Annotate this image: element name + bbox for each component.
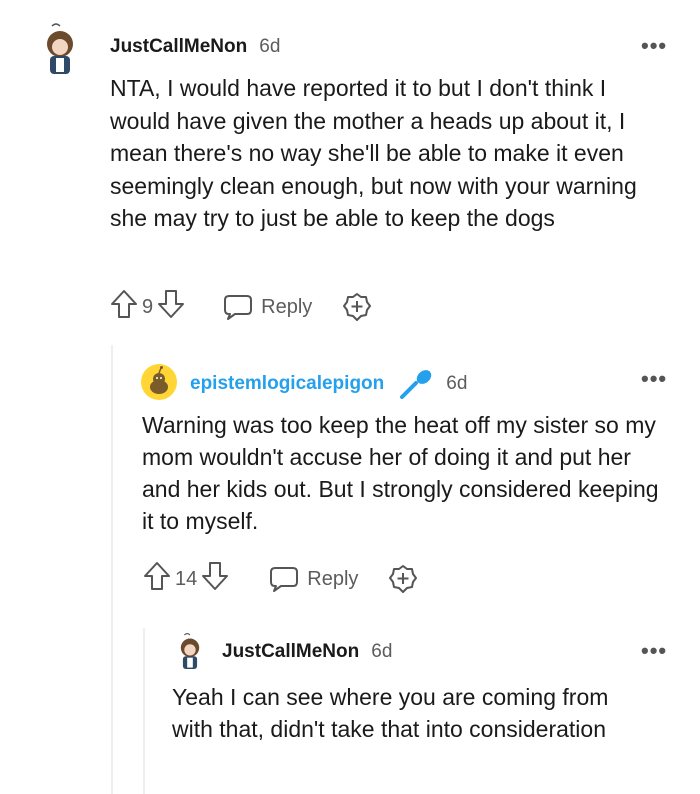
avatar[interactable] (36, 22, 84, 78)
reply-label: Reply (261, 295, 313, 318)
add-award-button[interactable] (342, 292, 372, 322)
upvote-icon[interactable] (110, 289, 138, 325)
upvote-icon[interactable] (143, 561, 171, 597)
reply-button[interactable]: Reply (269, 565, 358, 593)
more-options-button[interactable]: ••• (641, 640, 667, 662)
speech-bubble-icon (270, 567, 299, 592)
user-avatar-icon (47, 23, 73, 74)
reply-label: Reply (307, 567, 359, 590)
op-microphone-icon (398, 369, 434, 399)
vote-count: 9 (142, 295, 154, 318)
add-award-icon (343, 293, 372, 321)
thread-line-level-2[interactable] (143, 628, 145, 794)
comment-header: JustCallMeNon 6d (222, 641, 392, 663)
user-avatar-icon (180, 633, 200, 669)
comment-actions: 9 Reply (110, 289, 372, 325)
comment-header: JustCallMeNon 6d (110, 36, 280, 58)
avatar[interactable] (173, 632, 207, 672)
avatar[interactable] (141, 364, 177, 400)
author-name[interactable]: JustCallMeNon (222, 641, 359, 663)
snoo-avatar-icon (150, 366, 168, 394)
add-award-icon (389, 565, 418, 593)
author-name[interactable]: JustCallMeNon (110, 36, 247, 58)
comment-body: Yeah I can see where you are coming from… (172, 684, 609, 742)
comment-age: 6d (371, 641, 393, 662)
author-name[interactable]: epistemlogicalepigon (190, 373, 384, 395)
more-options-button[interactable]: ••• (641, 35, 667, 57)
vote-count: 14 (175, 567, 198, 590)
comment-body: NTA, I would have reported it to but I d… (110, 75, 637, 231)
more-options-button[interactable]: ••• (641, 368, 667, 390)
downvote-icon[interactable] (201, 561, 229, 597)
reply-button[interactable]: Reply (223, 293, 312, 321)
downvote-icon[interactable] (157, 289, 185, 325)
thread-line-level-1[interactable] (111, 345, 113, 794)
comment-age: 6d (446, 373, 468, 394)
comment-header: epistemlogicalepigon 6d (190, 369, 467, 399)
comment-age: 6d (259, 36, 281, 57)
comment-actions: 14 Reply (143, 561, 418, 597)
comment-body: Warning was too keep the heat off my sis… (142, 412, 659, 534)
add-award-button[interactable] (388, 564, 418, 594)
speech-bubble-icon (224, 295, 253, 320)
